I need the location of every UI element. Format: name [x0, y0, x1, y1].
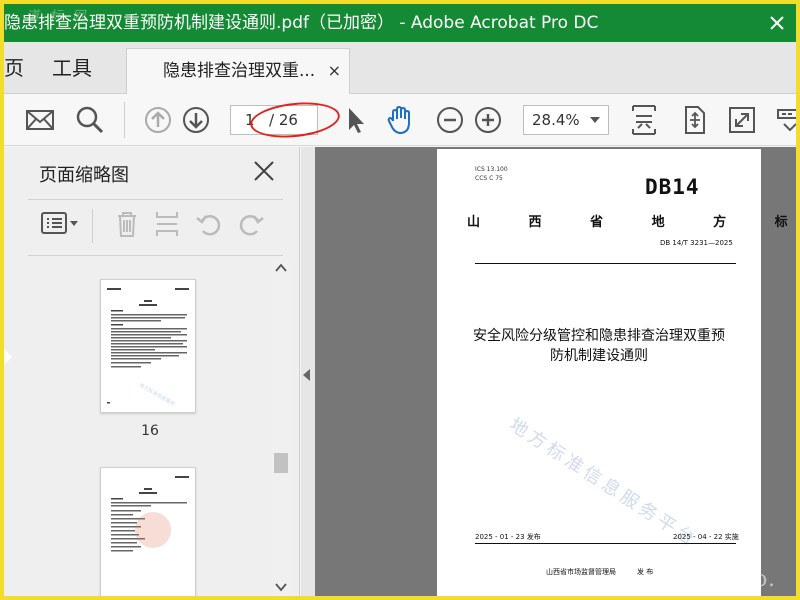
chevron-down-icon [590, 117, 600, 123]
scroll-down-icon[interactable] [272, 578, 290, 596]
next-page-icon[interactable] [180, 104, 212, 136]
standard-number: DB 14/T 3231—2025 [660, 239, 733, 247]
scrollbar-thumb[interactable] [274, 453, 288, 473]
db-mark: DB14 [645, 175, 700, 199]
tab-document-label: 隐患排查治理双重... [163, 61, 316, 81]
fit-page-icon[interactable] [628, 104, 660, 136]
email-icon[interactable] [24, 104, 56, 136]
insert-page-icon[interactable] [152, 209, 182, 239]
panel-divider [28, 199, 283, 200]
footer-rule [475, 543, 736, 544]
options-menu-icon[interactable] [40, 209, 82, 239]
zoom-in-icon[interactable] [472, 104, 504, 136]
document-title-line1: 安全风险分级管控和隐患排查治理双重预 [473, 328, 725, 344]
toolbar: 1 / 26 28.4% [4, 94, 796, 146]
app-window: 隐患排查治理双重预防机制建设通则.pdf（已加密） - Adobe Acroba… [4, 4, 796, 596]
pdf-page: ICS 13.100 CCS C 75 DB14 山 西 省 地 方 标 准 D… [437, 149, 796, 596]
svg-text:地方标准信息服务: 地方标准信息服务 [138, 382, 176, 408]
panel-title: 页面缩略图 [39, 165, 129, 186]
zoom-level-select[interactable]: 28.4% [523, 105, 609, 135]
document-title-line2: 防机制建设通则 [550, 348, 648, 364]
rotate-left-icon[interactable] [194, 209, 224, 239]
zoom-level-value: 28.4% [532, 111, 580, 129]
panel-splitter[interactable] [301, 147, 315, 596]
ics-code: ICS 13.100 CCS C 75 [475, 166, 508, 182]
toolbar-divider [124, 102, 125, 138]
search-icon[interactable] [74, 104, 106, 136]
window-title: 隐患排查治理双重预防机制建设通则.pdf（已加密） - Adobe Acroba… [4, 13, 599, 33]
rotate-right-icon[interactable] [236, 209, 266, 239]
header-rule [475, 263, 736, 264]
more-tools-icon[interactable] [776, 104, 796, 136]
thumbnail-panel: 页面缩略图 地方标准信息服务 16 [4, 147, 300, 596]
zoom-out-icon[interactable] [434, 104, 466, 136]
tab-tools[interactable]: 工具 [52, 42, 92, 94]
panel-toolbar-divider [92, 209, 93, 243]
collapse-panel-icon[interactable] [303, 369, 310, 381]
hand-tool-icon[interactable] [384, 104, 416, 136]
tab-close-icon[interactable]: × [328, 49, 341, 93]
close-icon[interactable] [252, 159, 276, 183]
site-watermark: www.cndao. [631, 567, 776, 592]
panel-pointer-icon [4, 349, 12, 365]
window-close-icon[interactable] [768, 14, 786, 32]
page-thumbnail[interactable]: 地方标准信息服务 [100, 279, 196, 413]
title-bar: 隐患排查治理双重预防机制建设通则.pdf（已加密） - Adobe Acroba… [4, 4, 796, 42]
watermark-text: 道 标 网 [26, 9, 89, 24]
page-thumbnail[interactable] [100, 467, 196, 596]
previous-page-icon[interactable] [142, 104, 174, 136]
tab-home[interactable]: 页 [4, 42, 24, 94]
scroll-mode-icon[interactable] [678, 104, 710, 136]
thumbnail-scrollbar[interactable] [272, 259, 290, 596]
trash-icon[interactable] [112, 209, 142, 239]
publish-date: 2025 - 01 - 23 发布 [475, 533, 541, 541]
issuing-authority: 山西省市场监督管理局 [546, 568, 616, 576]
thumbnail-page-number: 16 [141, 423, 159, 439]
implement-date: 2025 - 04 - 22 实施 [673, 533, 739, 541]
select-cursor-icon[interactable] [340, 104, 372, 136]
document-viewport[interactable]: ICS 13.100 CCS C 75 DB14 山 西 省 地 方 标 准 D… [315, 147, 796, 596]
panel-divider [28, 255, 283, 256]
tab-document[interactable]: 隐患排查治理双重... × [126, 48, 350, 94]
thumbnail-list: 地方标准信息服务 16 [28, 259, 272, 596]
full-screen-icon[interactable] [726, 104, 758, 136]
tab-bar: 页 工具 隐患排查治理双重... × [4, 42, 796, 94]
standard-category: 山 西 省 地 方 标 准 [467, 215, 796, 230]
scroll-up-icon[interactable] [272, 259, 290, 277]
